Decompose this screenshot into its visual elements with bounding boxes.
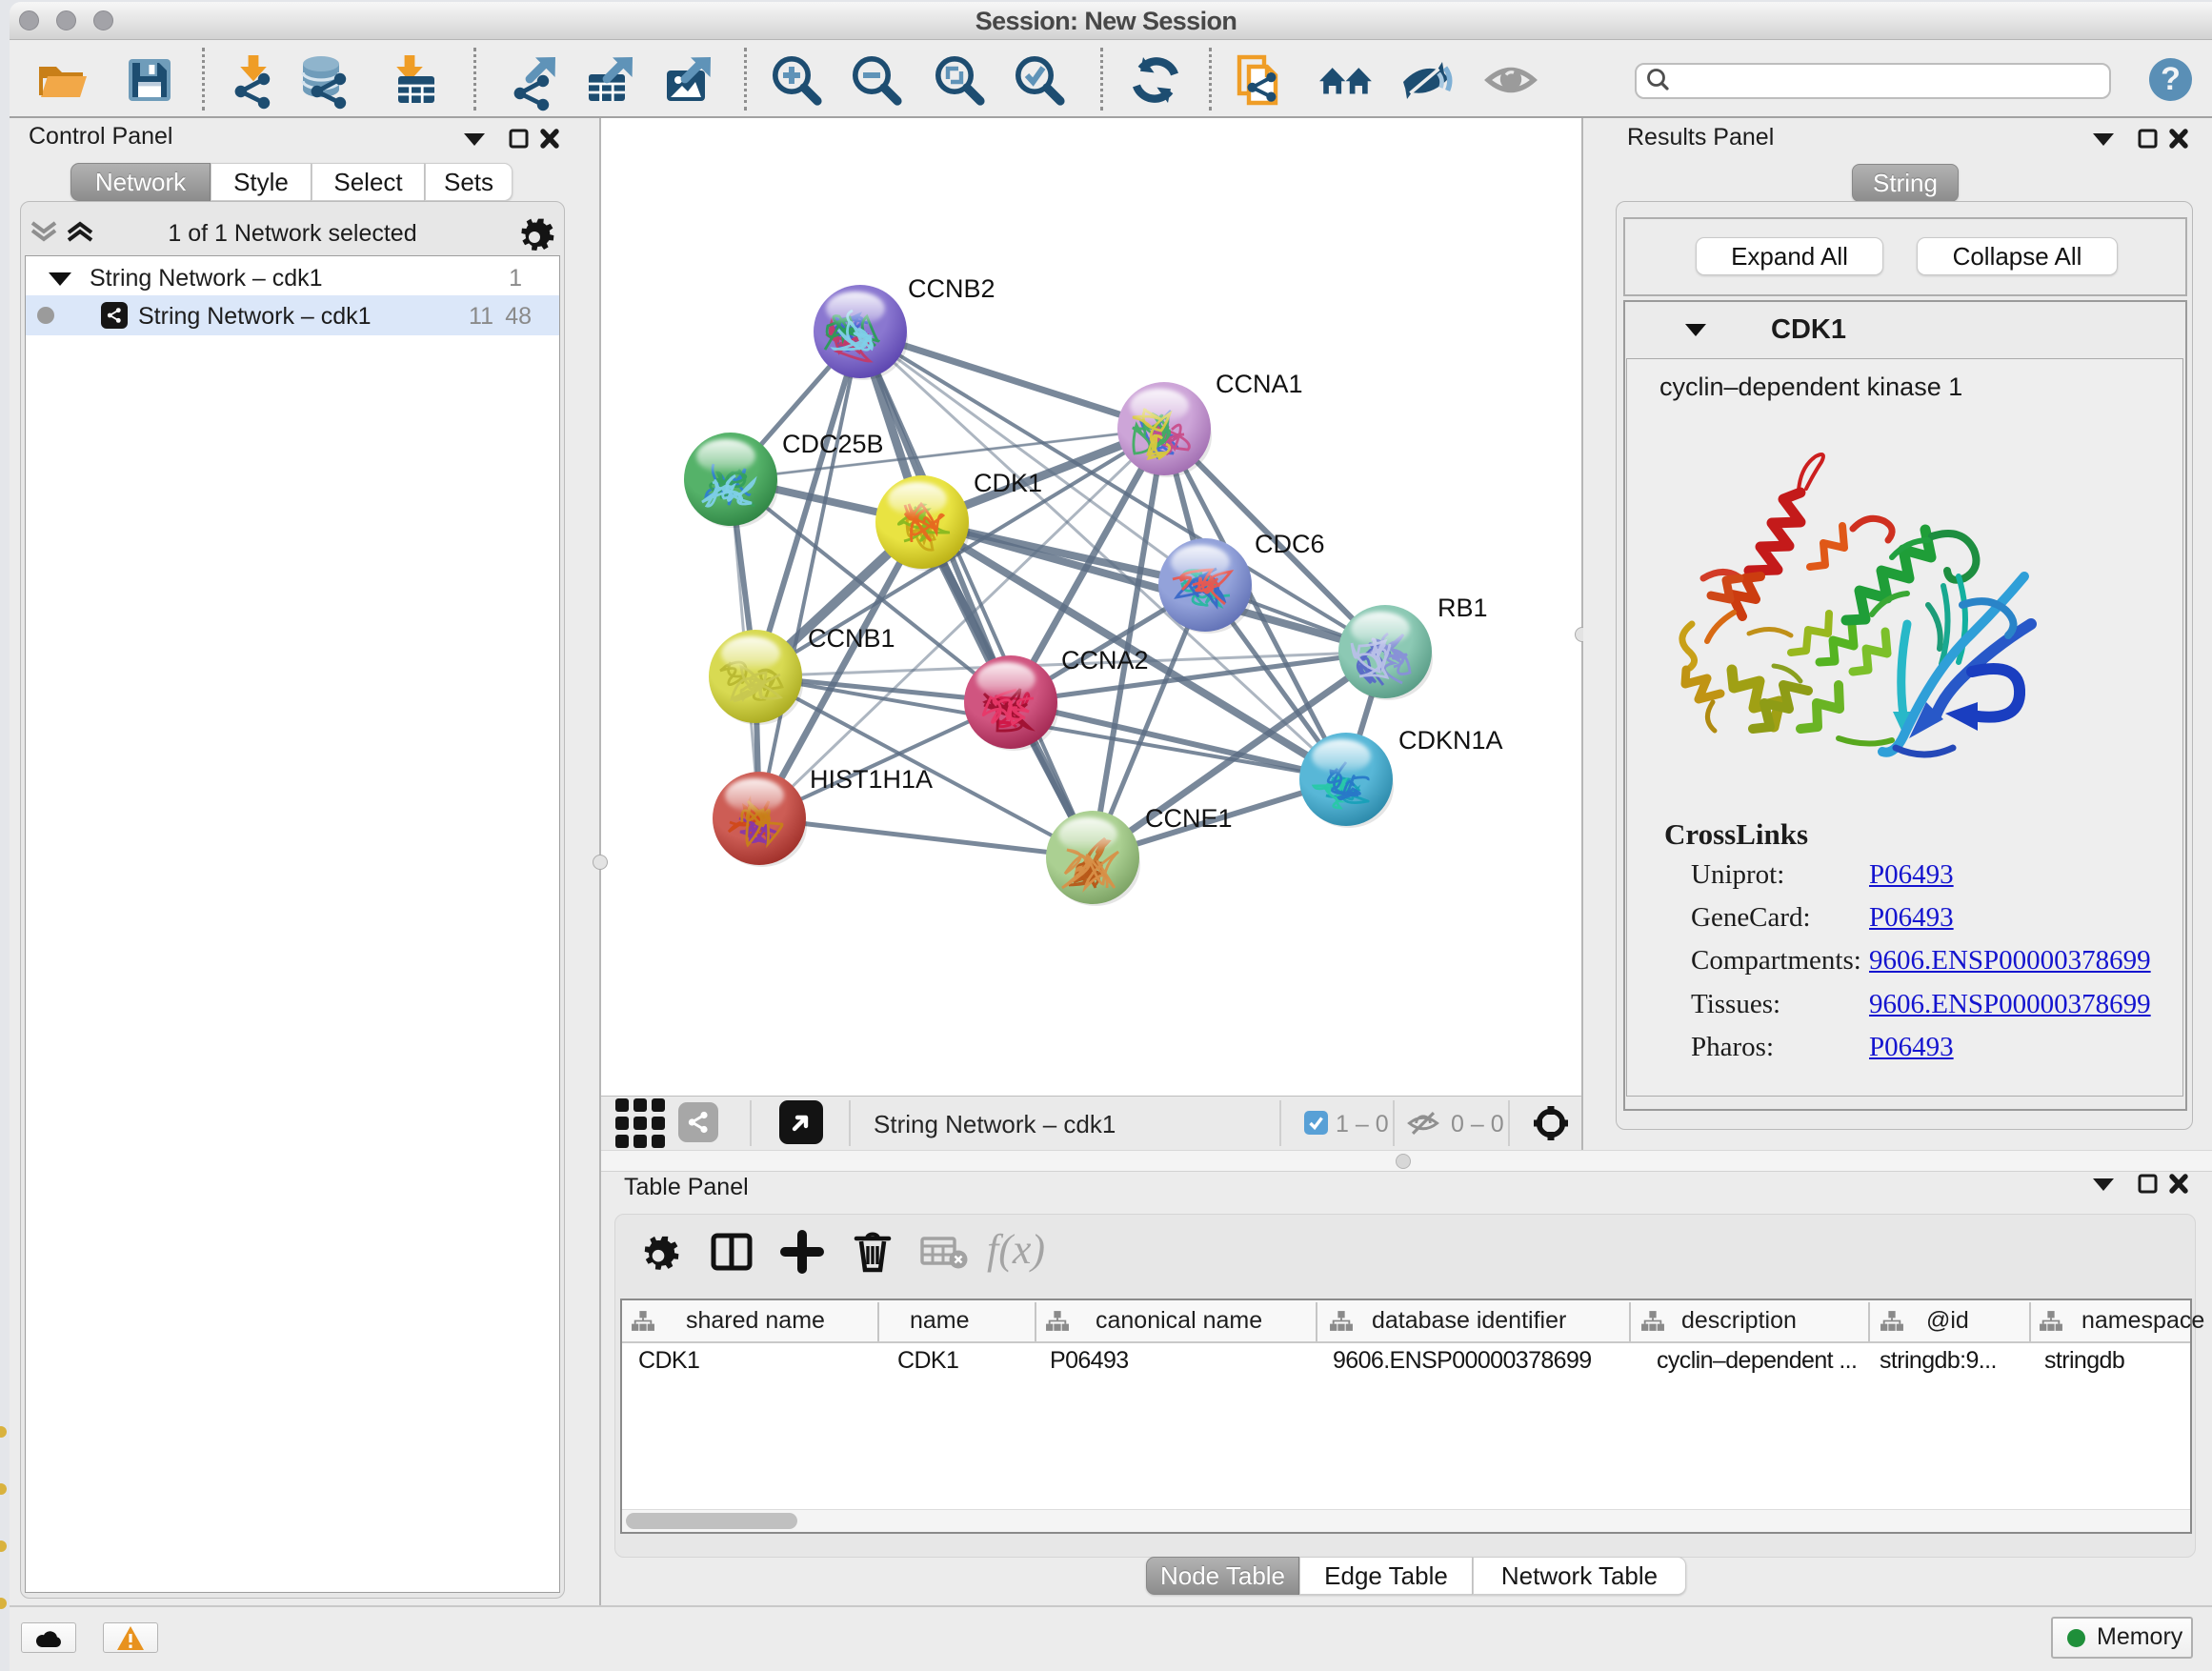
- svg-text:CDK1: CDK1: [974, 469, 1042, 497]
- svg-text:CCNA1: CCNA1: [1216, 370, 1303, 398]
- svg-text:HIST1H1A: HIST1H1A: [810, 765, 933, 794]
- svg-text:CCNB2: CCNB2: [908, 274, 995, 303]
- svg-text:RB1: RB1: [1438, 594, 1488, 622]
- svg-text:CDC25B: CDC25B: [782, 430, 884, 458]
- svg-text:CDC6: CDC6: [1255, 530, 1325, 558]
- svg-text:CCNA2: CCNA2: [1061, 646, 1149, 674]
- svg-text:CCNE1: CCNE1: [1145, 804, 1233, 833]
- svg-text:CCNB1: CCNB1: [808, 624, 895, 653]
- svg-text:CDKN1A: CDKN1A: [1398, 726, 1503, 755]
